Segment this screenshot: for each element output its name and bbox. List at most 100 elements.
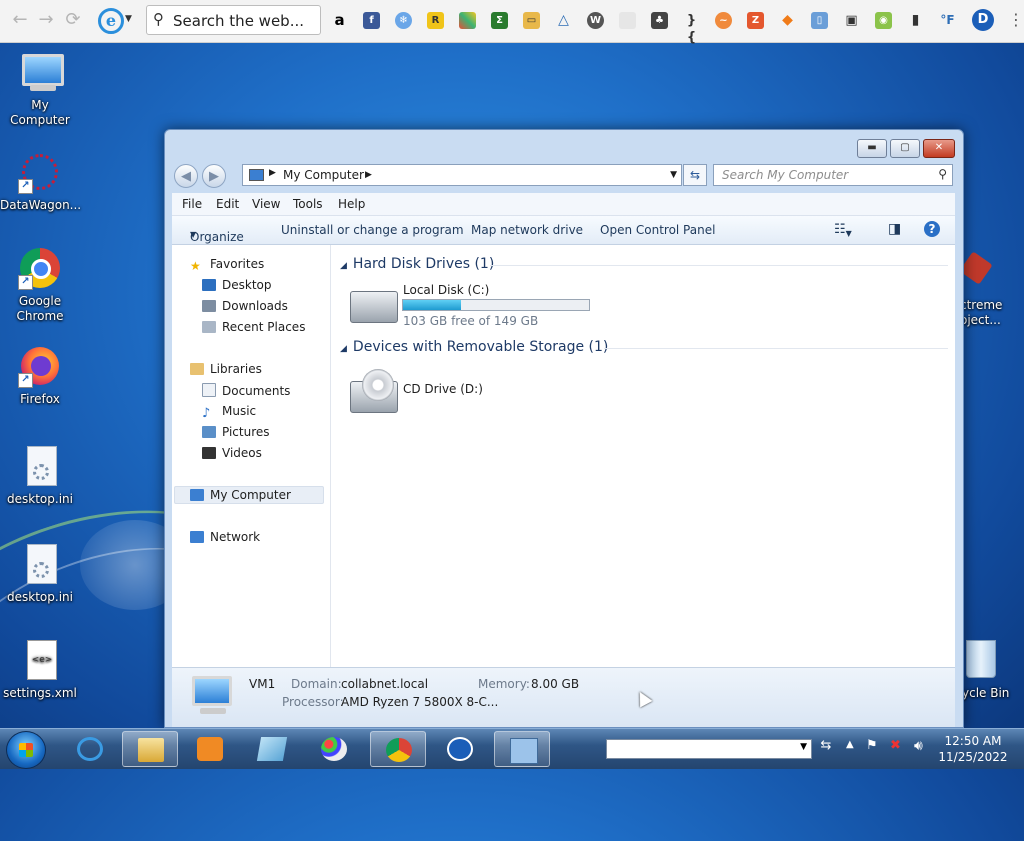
computer-icon xyxy=(192,676,232,716)
sigma-icon[interactable]: Σ xyxy=(491,12,508,29)
w-icon[interactable]: W xyxy=(587,12,604,29)
drive-name: CD Drive (D:) xyxy=(403,382,483,396)
chevron-down-icon[interactable]: ▼ xyxy=(670,170,677,180)
recycle-bin-icon xyxy=(958,638,1002,682)
r-icon[interactable]: R xyxy=(427,12,444,29)
browser-menu-icon[interactable]: ⋮ xyxy=(1008,10,1024,30)
breadcrumb[interactable]: My Computer xyxy=(283,168,364,182)
menu-tools[interactable]: Tools xyxy=(293,197,323,211)
amazon-icon[interactable]: a xyxy=(331,12,348,29)
maximize-button[interactable]: ▢ xyxy=(890,139,920,158)
map-network-drive-button[interactable]: Map network drive xyxy=(471,223,583,237)
desktop-icon-firefox[interactable]: ↗ Firefox xyxy=(0,344,80,407)
network-disconnected-icon[interactable]: ✖ xyxy=(890,738,901,753)
menu-help[interactable]: Help xyxy=(338,197,365,211)
chevron-down-icon[interactable]: ▼ xyxy=(800,742,807,752)
web-search-input[interactable]: ⚲ Search the web... xyxy=(146,5,321,35)
nav-music[interactable]: ♪ Music xyxy=(202,404,256,421)
help-icon[interactable]: ? xyxy=(924,221,940,237)
light-icon[interactable] xyxy=(619,12,636,29)
desktop-icon-desktop-ini[interactable]: desktop.ini xyxy=(0,444,80,507)
uninstall-program-button[interactable]: Uninstall or change a program xyxy=(281,223,464,237)
nav-libraries[interactable]: Libraries xyxy=(190,362,262,376)
folder-icon[interactable]: ▭ xyxy=(523,12,540,29)
taskbar-internet-explorer[interactable] xyxy=(62,731,118,767)
action-center-icon[interactable]: ⚑ xyxy=(866,738,878,753)
internet-explorer-icon[interactable]: e xyxy=(98,8,124,34)
taskbar-network-app[interactable] xyxy=(494,731,550,767)
phone-icon[interactable]: ▯ xyxy=(811,12,828,29)
extension-d-icon[interactable]: D xyxy=(972,9,994,31)
temperature-icon[interactable]: °F xyxy=(939,12,956,29)
tray-expand-icon[interactable]: ▲ xyxy=(846,739,854,750)
go-arrow-icon[interactable]: ⇆ xyxy=(816,738,836,758)
nav-pictures[interactable]: Pictures xyxy=(202,425,270,439)
forward-button[interactable]: ▶ xyxy=(202,164,226,188)
desktop-icon-datawagon[interactable]: ↗ DataWagon... xyxy=(0,150,81,213)
desktop-icon-google-chrome[interactable]: ↗ Google Chrome xyxy=(0,246,80,324)
desktop-icon-settings-xml[interactable]: <e> settings.xml xyxy=(0,638,80,701)
forward-arrow-icon[interactable]: → xyxy=(36,10,56,30)
back-arrow-icon[interactable]: ← xyxy=(10,10,30,30)
taskbar-media-player[interactable] xyxy=(182,731,238,767)
taskbar-paint[interactable] xyxy=(306,731,362,767)
taskbar-chrome[interactable] xyxy=(370,731,426,767)
taskbar-notepad[interactable] xyxy=(244,731,300,767)
group-title: Hard Disk Drives (1) xyxy=(352,256,495,272)
delta-icon[interactable]: △ xyxy=(555,12,572,29)
desktop-icon-label: desktop.ini xyxy=(7,492,73,506)
address-bar[interactable]: ▶ My Computer ▶ ▼ xyxy=(242,164,682,186)
nav-downloads[interactable]: Downloads xyxy=(202,299,288,313)
group-header-hard-disk-drives[interactable]: ◢ Hard Disk Drives (1) xyxy=(340,256,494,272)
desktop-icon-my-computer[interactable]: My Computer xyxy=(0,50,80,128)
network-icon xyxy=(190,531,204,543)
menu-view[interactable]: View xyxy=(252,197,280,211)
hard-drive-icon xyxy=(350,291,398,323)
menu-file[interactable]: File xyxy=(182,197,202,211)
chevron-right-icon: ▶ xyxy=(269,168,276,178)
nav-favorites[interactable]: ★ Favorites xyxy=(190,257,264,273)
fish-icon[interactable]: ◆ xyxy=(779,12,796,29)
android-icon[interactable]: ◉ xyxy=(875,12,892,29)
taskbar-d-app[interactable] xyxy=(432,731,488,767)
processor-label: Processor: xyxy=(282,695,344,709)
orange-circle-icon[interactable]: ~ xyxy=(715,12,732,29)
nav-network[interactable]: Network xyxy=(190,530,260,544)
desktop-icon-desktop-ini[interactable]: desktop.ini xyxy=(0,542,80,605)
clock-time: 12:50 AM xyxy=(944,734,1002,748)
tree-icon[interactable]: ♣ xyxy=(651,12,668,29)
close-button[interactable]: ✕ xyxy=(923,139,955,158)
nav-label: Documents xyxy=(222,384,291,398)
minimize-button[interactable]: ▬ xyxy=(857,139,887,158)
menu-edit[interactable]: Edit xyxy=(216,197,239,211)
facebook-icon[interactable]: f xyxy=(363,12,380,29)
reload-icon[interactable]: ⟳ xyxy=(63,10,83,30)
group-header-removable-storage[interactable]: ◢ Devices with Removable Storage (1) xyxy=(340,339,608,355)
open-control-panel-button[interactable]: Open Control Panel xyxy=(600,223,715,237)
z-icon[interactable]: Z xyxy=(747,12,764,29)
start-button[interactable] xyxy=(6,731,46,769)
nav-desktop[interactable]: Desktop xyxy=(202,278,272,292)
nav-videos[interactable]: Videos xyxy=(202,446,262,460)
preview-pane-icon[interactable]: ◨ xyxy=(888,221,901,237)
volume-icon[interactable]: 🔊︎ xyxy=(914,738,923,754)
bookmark-icon[interactable]: ▮ xyxy=(907,12,924,29)
back-button[interactable]: ◀ xyxy=(174,164,198,188)
downloads-icon xyxy=(202,300,216,312)
refresh-button[interactable]: ⇆ xyxy=(683,164,707,186)
snowflake-icon[interactable]: ❄ xyxy=(395,12,412,29)
car-icon[interactable]: ▣ xyxy=(843,12,860,29)
star-icon: ★ xyxy=(190,259,201,273)
taskbar-explorer[interactable] xyxy=(122,731,178,767)
view-options-icon[interactable]: ☷ ▼ xyxy=(834,222,852,238)
clock[interactable]: 12:50 AM 11/25/2022 xyxy=(936,733,1010,765)
domain-label: Domain: xyxy=(291,677,342,691)
taskbar-address-box[interactable]: ▼ xyxy=(606,739,812,759)
search-input[interactable]: Search My Computer ⚲ xyxy=(713,164,953,186)
brackets-icon[interactable]: }{ xyxy=(683,12,700,45)
ie-dropdown-caret-icon[interactable]: ▼ xyxy=(125,14,132,24)
colorful-icon[interactable] xyxy=(459,12,476,29)
nav-documents[interactable]: Documents xyxy=(202,383,290,398)
nav-recent-places[interactable]: Recent Places xyxy=(202,320,305,334)
nav-my-computer[interactable]: My Computer xyxy=(174,486,324,504)
